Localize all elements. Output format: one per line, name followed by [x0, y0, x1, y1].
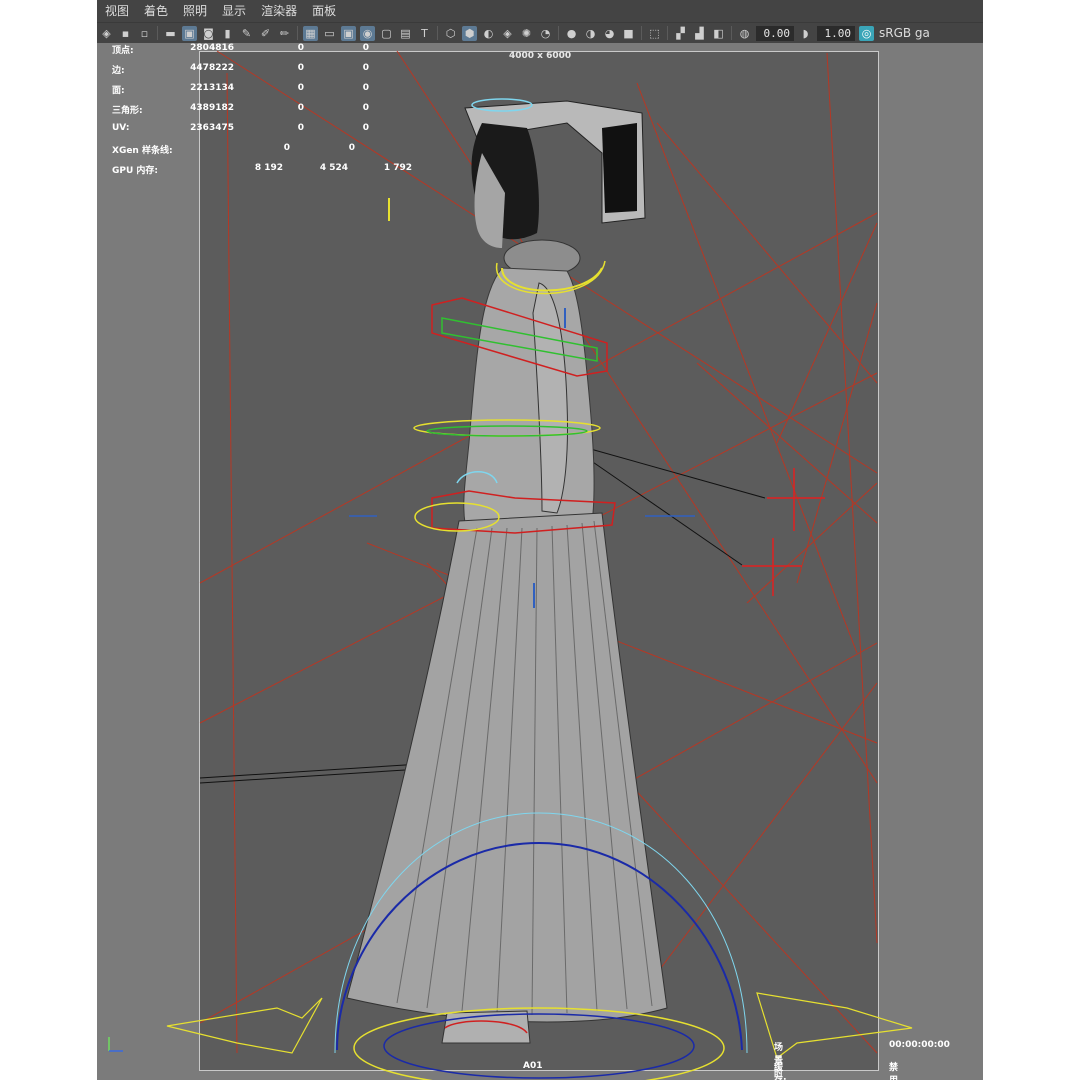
- grease-pencil-icon[interactable]: ✐: [258, 26, 273, 41]
- hud-stat-value: 0: [297, 63, 304, 73]
- separator: [667, 26, 668, 40]
- resolution-label: 4000 x 6000: [509, 51, 572, 61]
- camera-name-label: A01: [523, 1061, 543, 1071]
- gate-mask-icon[interactable]: ▣: [341, 25, 356, 41]
- separator: [297, 26, 298, 40]
- hud-stat-label: 面:: [112, 86, 125, 96]
- color-management-icon[interactable]: ◎: [859, 25, 874, 41]
- cache-value: 禁用: [889, 1063, 899, 1080]
- menu-panels[interactable]: 面板: [304, 0, 343, 22]
- hud-stat-value: 4389182: [190, 103, 234, 113]
- separator: [437, 26, 438, 40]
- panel-toolbar: ◈ ▪ ▫ ▬ ▣ ◙ ▮ ✎ ✐ ✏ ▦ ▭ ▣ ◉ ▢ ▤ T ⬡ ⬢ ◐ …: [97, 22, 983, 43]
- isolate-select-icon[interactable]: ⬚: [647, 26, 662, 41]
- safe-action-icon[interactable]: ▢: [379, 26, 394, 41]
- 2d-pan-zoom-icon[interactable]: ✎: [239, 26, 254, 41]
- camera-icon[interactable]: ▬: [163, 26, 178, 41]
- hud-stat-label: UV:: [112, 123, 130, 133]
- image-plane-icon[interactable]: ◙: [201, 26, 216, 41]
- hud-stat-value: 0: [297, 103, 304, 113]
- maya-viewport-window: 视图 着色 照明 显示 渲染器 面板 ◈ ▪ ▫ ▬ ▣ ◙ ▮ ✎ ✐ ✏ ▦…: [97, 0, 983, 1080]
- wireframe-on-shaded-icon[interactable]: ◐: [481, 26, 496, 41]
- menu-lighting[interactable]: 照明: [175, 0, 214, 22]
- safe-title-icon[interactable]: ▤: [398, 26, 413, 41]
- hud-stat-label: XGen 样条线:: [112, 146, 173, 156]
- scene-render: [166, 50, 913, 1080]
- hud-stat-value: 8 192: [254, 163, 283, 173]
- hud-stat-value: 0: [362, 123, 369, 133]
- xray-components-icon[interactable]: ◕: [602, 26, 617, 41]
- hud-stat-value: 2213134: [190, 83, 234, 93]
- hud-stat-value: 2363475: [190, 123, 234, 133]
- hud-stat-value: 0: [362, 63, 369, 73]
- hud-stat-value: 0: [283, 143, 290, 153]
- timecode-value: 00:00:00:00: [889, 1040, 950, 1050]
- bookmark-icon[interactable]: ▫: [137, 26, 152, 41]
- hud-stat-value: 4 524: [319, 163, 348, 173]
- hud-stat-value: 0: [297, 83, 304, 93]
- menu-show[interactable]: 显示: [214, 0, 253, 22]
- separator: [157, 26, 158, 40]
- smooth-shade-icon[interactable]: ⬢: [462, 25, 477, 41]
- character-model: [346, 100, 668, 1044]
- film-gate-icon[interactable]: ▣: [182, 25, 197, 41]
- locator-crosses: [742, 468, 825, 596]
- cache-label: 缓存:: [774, 1063, 787, 1080]
- hud-stat-value: 0: [362, 43, 369, 53]
- textured-icon[interactable]: ◈: [500, 26, 515, 41]
- texture-icon[interactable]: T: [417, 26, 432, 41]
- gamma-field[interactable]: 1.00: [817, 25, 855, 41]
- separator: [731, 26, 732, 40]
- backface-icon[interactable]: ■: [621, 26, 636, 41]
- view-axis-gizmo: [108, 1037, 123, 1052]
- hud-stat-label: 边:: [112, 66, 125, 76]
- hud-stat-label: GPU 内存:: [112, 166, 159, 176]
- exposure-icon[interactable]: ◍: [737, 26, 752, 41]
- panel-menu-bar: 视图 着色 照明 显示 渲染器 面板: [97, 0, 983, 22]
- hud-stat-label: 三角形:: [112, 106, 143, 116]
- camera-attributes-icon[interactable]: ▪: [118, 26, 133, 41]
- xray-joints-icon[interactable]: ◑: [583, 26, 598, 41]
- hud-stat-value: 0: [362, 83, 369, 93]
- motion-blur-icon[interactable]: ◧: [711, 26, 726, 41]
- hud-stat-value: 2804816: [190, 43, 234, 53]
- grid-icon[interactable]: ▦: [303, 25, 318, 41]
- pencil-icon[interactable]: ✏: [277, 26, 292, 41]
- high-quality-icon[interactable]: ▞: [673, 26, 688, 41]
- separator: [558, 26, 559, 40]
- hud-stat-value: 4478222: [190, 63, 234, 73]
- hud-stat-value: 0: [297, 123, 304, 133]
- separator: [641, 26, 642, 40]
- bookmark-2-icon[interactable]: ▮: [220, 26, 235, 41]
- exposure-field[interactable]: 0.00: [756, 25, 794, 41]
- xray-icon[interactable]: ●: [564, 26, 579, 41]
- hud-stat-value: 0: [362, 103, 369, 113]
- wireframe-cube-icon[interactable]: ⬡: [443, 26, 458, 41]
- hud-stat-value: 0: [297, 43, 304, 53]
- menu-renderer[interactable]: 渲染器: [253, 0, 304, 22]
- field-chart-icon[interactable]: ◉: [360, 25, 375, 41]
- hud-stat-label: 顶点:: [112, 46, 134, 56]
- hud-stat-value: 0: [348, 143, 355, 153]
- menu-view[interactable]: 视图: [97, 0, 136, 22]
- shadow-icon[interactable]: ◔: [538, 26, 553, 41]
- camera-select-icon[interactable]: ◈: [99, 26, 114, 41]
- hud-stat-value: 1 792: [383, 163, 412, 173]
- light-icon[interactable]: ✺: [519, 26, 534, 41]
- resolution-gate-icon[interactable]: ▭: [322, 26, 337, 41]
- gamma-icon[interactable]: ◗: [798, 26, 813, 41]
- color-space-dropdown[interactable]: sRGB ga: [879, 26, 930, 40]
- menu-shading[interactable]: 着色: [136, 0, 175, 22]
- ambient-occlusion-icon[interactable]: ▟: [692, 26, 707, 41]
- 3d-viewport[interactable]: 4000 x 6000 顶点: 2804816 0 0 边: 4478222 0 0 面: 221…: [97, 43, 983, 1080]
